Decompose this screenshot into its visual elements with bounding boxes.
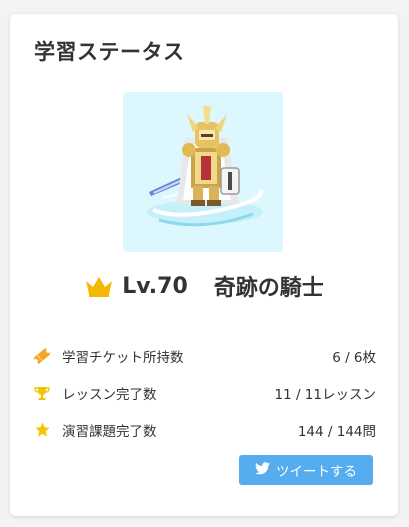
stat-row-lessons: レッスン完了数 11 / 11レッスン (32, 374, 376, 411)
twitter-bird-icon (255, 461, 270, 479)
stats-list: 学習チケット所持数 6 / 6枚 レッスン完了数 11 / 11レッスン 演習課… (32, 337, 376, 448)
learning-status-card: 学習ステータス Lv.70 奇跡の騎士 学習チケット所持数 6 / 6枚 レッス… (10, 14, 398, 516)
crown-icon (84, 274, 114, 298)
class-name: 奇跡の騎士 (213, 276, 324, 301)
level-display: Lv.70 奇跡の騎士 (10, 270, 398, 306)
stat-row-tickets: 学習チケット所持数 6 / 6枚 (32, 337, 376, 374)
tweet-button[interactable]: ツイートする (239, 455, 373, 485)
stat-row-exercises: 演習課題完了数 144 / 144問 (32, 411, 376, 448)
stat-label: 学習チケット所持数 (62, 349, 184, 366)
knight-character-sprite (147, 106, 264, 227)
stat-label: レッスン完了数 (62, 386, 157, 403)
level-label: Lv.70 (122, 273, 188, 299)
card-title: 学習ステータス (34, 40, 185, 64)
stat-value: 6 / 6枚 (332, 349, 376, 366)
star-icon (32, 420, 52, 440)
stat-value: 11 / 11レッスン (274, 386, 377, 403)
ticket-icon (32, 346, 52, 366)
character-avatar (123, 92, 283, 252)
stat-value: 144 / 144問 (297, 423, 376, 440)
trophy-icon (32, 383, 52, 403)
tweet-button-label: ツイートする (276, 464, 357, 480)
stat-label: 演習課題完了数 (62, 423, 157, 440)
